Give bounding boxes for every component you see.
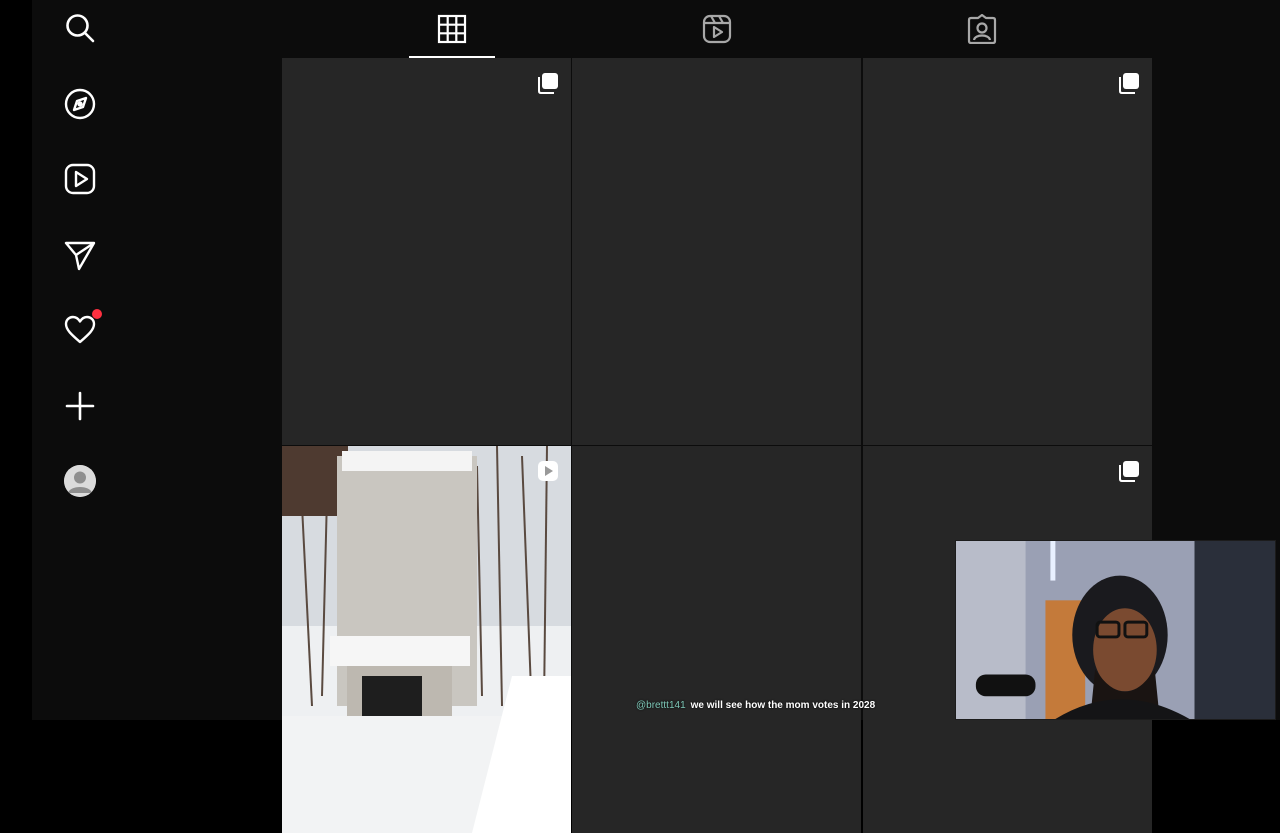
grid-post-5[interactable] [572, 446, 861, 833]
compass-icon [64, 88, 96, 120]
avatar-icon [64, 465, 96, 497]
tab-tagged[interactable] [939, 0, 1025, 58]
carousel-icon [537, 72, 559, 94]
streamer-video-frame [956, 541, 1275, 719]
notification-badge [92, 309, 102, 319]
chat-message: we will see how the mom votes in 2028 [690, 700, 876, 711]
send-icon [64, 241, 96, 271]
sidebar-item-reels[interactable] [64, 163, 96, 195]
grid-post-1[interactable] [282, 58, 571, 445]
stream-chat-overlay: @brettt141 we will see how the mom votes … [636, 700, 875, 711]
chat-username: @brettt141 [636, 700, 686, 711]
reel-play-icon [537, 460, 559, 482]
sidebar-item-create[interactable] [64, 390, 96, 422]
carousel-icon [1118, 72, 1140, 94]
grid-icon [437, 14, 467, 44]
grid-post-3[interactable] [863, 58, 1152, 445]
carousel-icon [1118, 460, 1140, 482]
search-icon [66, 14, 95, 43]
grid-post-2[interactable] [572, 58, 861, 445]
tab-reels[interactable] [674, 0, 760, 58]
plus-icon [65, 391, 95, 421]
sidebar-item-profile[interactable] [64, 465, 96, 497]
profile-tabs [282, 0, 1152, 58]
sidebar-item-explore[interactable] [64, 88, 96, 120]
reels-icon [702, 14, 732, 44]
webcam-overlay [955, 540, 1276, 720]
tagged-icon [967, 14, 997, 44]
reels-icon [64, 163, 96, 195]
tab-posts[interactable] [409, 0, 495, 58]
snowy-fireplace-photo [282, 446, 571, 833]
sidebar-nav [32, 0, 282, 720]
sidebar-item-search[interactable] [64, 12, 96, 44]
grid-post-4[interactable] [282, 446, 571, 833]
left-edge [0, 0, 32, 720]
sidebar-item-notifications[interactable] [64, 309, 102, 346]
heart-icon [64, 315, 96, 344]
sidebar-item-messages[interactable] [64, 239, 96, 271]
